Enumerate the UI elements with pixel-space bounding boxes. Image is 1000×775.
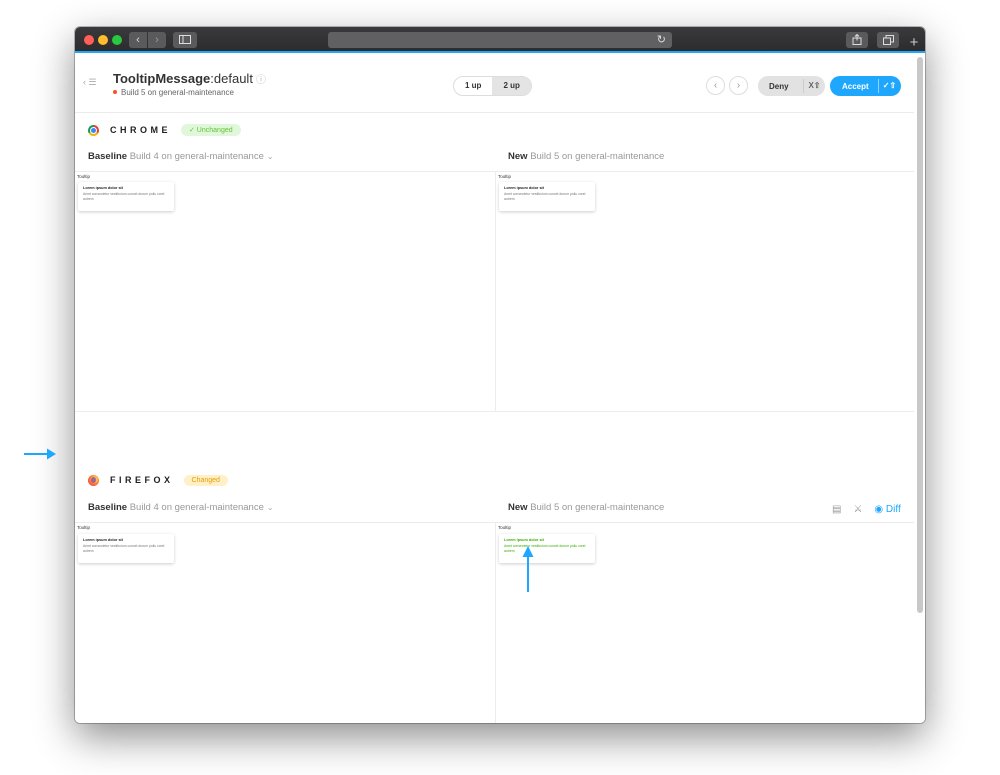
chrome-section-header: CHROME ✓ Unchanged: [88, 121, 241, 139]
page-title: TooltipMessage:default ⓘ: [113, 71, 266, 86]
browser-name: CHROME: [110, 125, 171, 135]
deny-shortcut[interactable]: X⇧: [803, 79, 825, 93]
deny-button[interactable]: Deny X⇧: [758, 76, 825, 96]
tooltip-body: Amet consectetur vestibulum concet durum…: [504, 192, 586, 201]
new-tab-button[interactable]: +: [903, 33, 925, 53]
new-label: New: [508, 502, 528, 513]
diff-tools: ▤ ⚔ ◉ Diff: [832, 504, 901, 515]
snapshot-title: Tooltip: [498, 525, 512, 530]
close-window-button[interactable]: [84, 35, 94, 45]
baseline-label: Baseline: [88, 502, 128, 513]
next-snapshot-button[interactable]: ›: [729, 76, 748, 95]
tooltip-title: Lorem ipsum dolor sit: [504, 186, 544, 190]
chevron-left-icon: ‹: [136, 34, 140, 46]
snapshot-title: Tooltip: [77, 525, 91, 530]
tooltip-title: Lorem ipsum dolor sit: [83, 186, 123, 190]
back-button[interactable]: ‹: [129, 32, 147, 48]
arrow-up-icon: [522, 546, 534, 592]
one-up-button[interactable]: 1 up: [454, 77, 492, 95]
new-build: Build 5 on general-maintenance: [530, 502, 665, 513]
tooltip-body: Amet consectetur vestibulum concet durum…: [83, 544, 165, 553]
deny-label: Deny: [769, 81, 789, 91]
chevron-left-icon: ‹: [713, 80, 718, 91]
baseline-build: Build 4 on general-maintenance: [129, 151, 264, 162]
tooltip-title: Lorem ipsum dolor sit: [504, 538, 544, 542]
scrollbar-thumb[interactable]: [917, 57, 923, 613]
baseline-snapshot[interactable]: Lorem ipsum dolor sit Amet consectetur v…: [78, 534, 174, 563]
tooltip-body: Amet consectetur vestibulum concet durum…: [83, 192, 165, 201]
sidebar-toggle-button[interactable]: [173, 32, 197, 48]
tabs-icon: [882, 35, 894, 45]
info-icon[interactable]: ⓘ: [256, 75, 266, 86]
chevron-down-icon: ⌄: [266, 152, 274, 161]
status-badge: Changed: [183, 474, 228, 486]
arrow-right-icon: [24, 448, 56, 460]
browser-name: FIREFOX: [110, 475, 174, 485]
baseline-label: Baseline: [88, 151, 128, 162]
new-label: New: [508, 151, 528, 162]
reload-icon[interactable]: ↻: [657, 32, 666, 48]
browser-window: ‹ › ↻ + ‹ ☰ TooltipMessage:default ⓘ Buil…: [75, 27, 925, 723]
strobe-icon[interactable]: ⚔: [853, 504, 862, 515]
chevron-down-icon: ⌄: [266, 503, 274, 512]
minimize-window-button[interactable]: [98, 35, 108, 45]
share-button[interactable]: [846, 32, 868, 48]
baseline-snapshot[interactable]: Lorem ipsum dolor sit Amet consectetur v…: [78, 182, 174, 211]
review-header: ‹ ☰ TooltipMessage:default ⓘ Build 5 on g…: [75, 55, 914, 113]
page-content: ‹ ☰ TooltipMessage:default ⓘ Build 5 on g…: [75, 55, 925, 723]
two-up-button[interactable]: 2 up: [492, 77, 531, 95]
story-name: :default: [210, 71, 253, 86]
tooltip-title: Lorem ipsum dolor sit: [83, 538, 123, 542]
previous-snapshot-button[interactable]: ‹: [706, 76, 725, 95]
tooltip-body: Amet consectetur vestibulum concet durum…: [504, 544, 586, 553]
browser-toolbar: ‹ › ↻ +: [75, 27, 925, 53]
divider: [495, 171, 496, 411]
diff-toggle[interactable]: ◉ Diff: [874, 504, 900, 515]
forward-button[interactable]: ›: [148, 32, 166, 48]
accept-shortcut[interactable]: ✓⇧: [878, 79, 900, 93]
baseline-selector[interactable]: Baseline Build 4 on general-maintenance ⌄: [88, 502, 274, 513]
snapshot-title: Tooltip: [77, 174, 91, 179]
accept-label: Accept: [842, 81, 869, 91]
menu-toggle-button[interactable]: ‹ ☰: [83, 77, 97, 88]
baseline-build: Build 4 on general-maintenance: [129, 502, 264, 513]
new-snapshot[interactable]: Lorem ipsum dolor sit Amet consectetur v…: [499, 182, 595, 211]
divider: [75, 411, 914, 412]
sidebar-icon: [179, 35, 191, 44]
firefox-section-header: FIREFOX Changed: [88, 471, 228, 489]
status-dot-icon: [113, 90, 117, 94]
new-snapshot-diff[interactable]: Lorem ipsum dolor sit Amet consectetur v…: [499, 534, 595, 563]
build-status: Build 5 on general-maintenance: [113, 88, 234, 97]
chrome-icon: [88, 124, 99, 136]
share-icon: [852, 33, 862, 45]
status-badge: ✓ Unchanged: [181, 124, 241, 136]
zoom-window-button[interactable]: [112, 35, 122, 45]
chevron-right-icon: ›: [155, 34, 159, 46]
story-component: TooltipMessage: [113, 71, 211, 86]
tabs-overview-button[interactable]: [877, 32, 899, 48]
baseline-selector[interactable]: Baseline Build 4 on general-maintenance ⌄: [88, 151, 274, 162]
chevron-right-icon: ›: [736, 80, 741, 91]
build-info: Build 5 on general-maintenance: [121, 88, 234, 97]
new-build: Build 5 on general-maintenance: [530, 151, 665, 162]
new-build-label: New Build 5 on general-maintenance: [508, 502, 664, 513]
divider: [495, 522, 496, 723]
address-bar[interactable]: ↻: [328, 32, 672, 48]
snapshot-title: Tooltip: [498, 174, 512, 179]
copy-icon[interactable]: ▤: [832, 504, 841, 515]
view-mode-toggle: 1 up 2 up: [453, 76, 532, 96]
firefox-icon: [88, 474, 99, 486]
accept-button[interactable]: Accept ✓⇧: [830, 76, 901, 96]
new-build-label: New Build 5 on general-maintenance: [508, 151, 664, 162]
